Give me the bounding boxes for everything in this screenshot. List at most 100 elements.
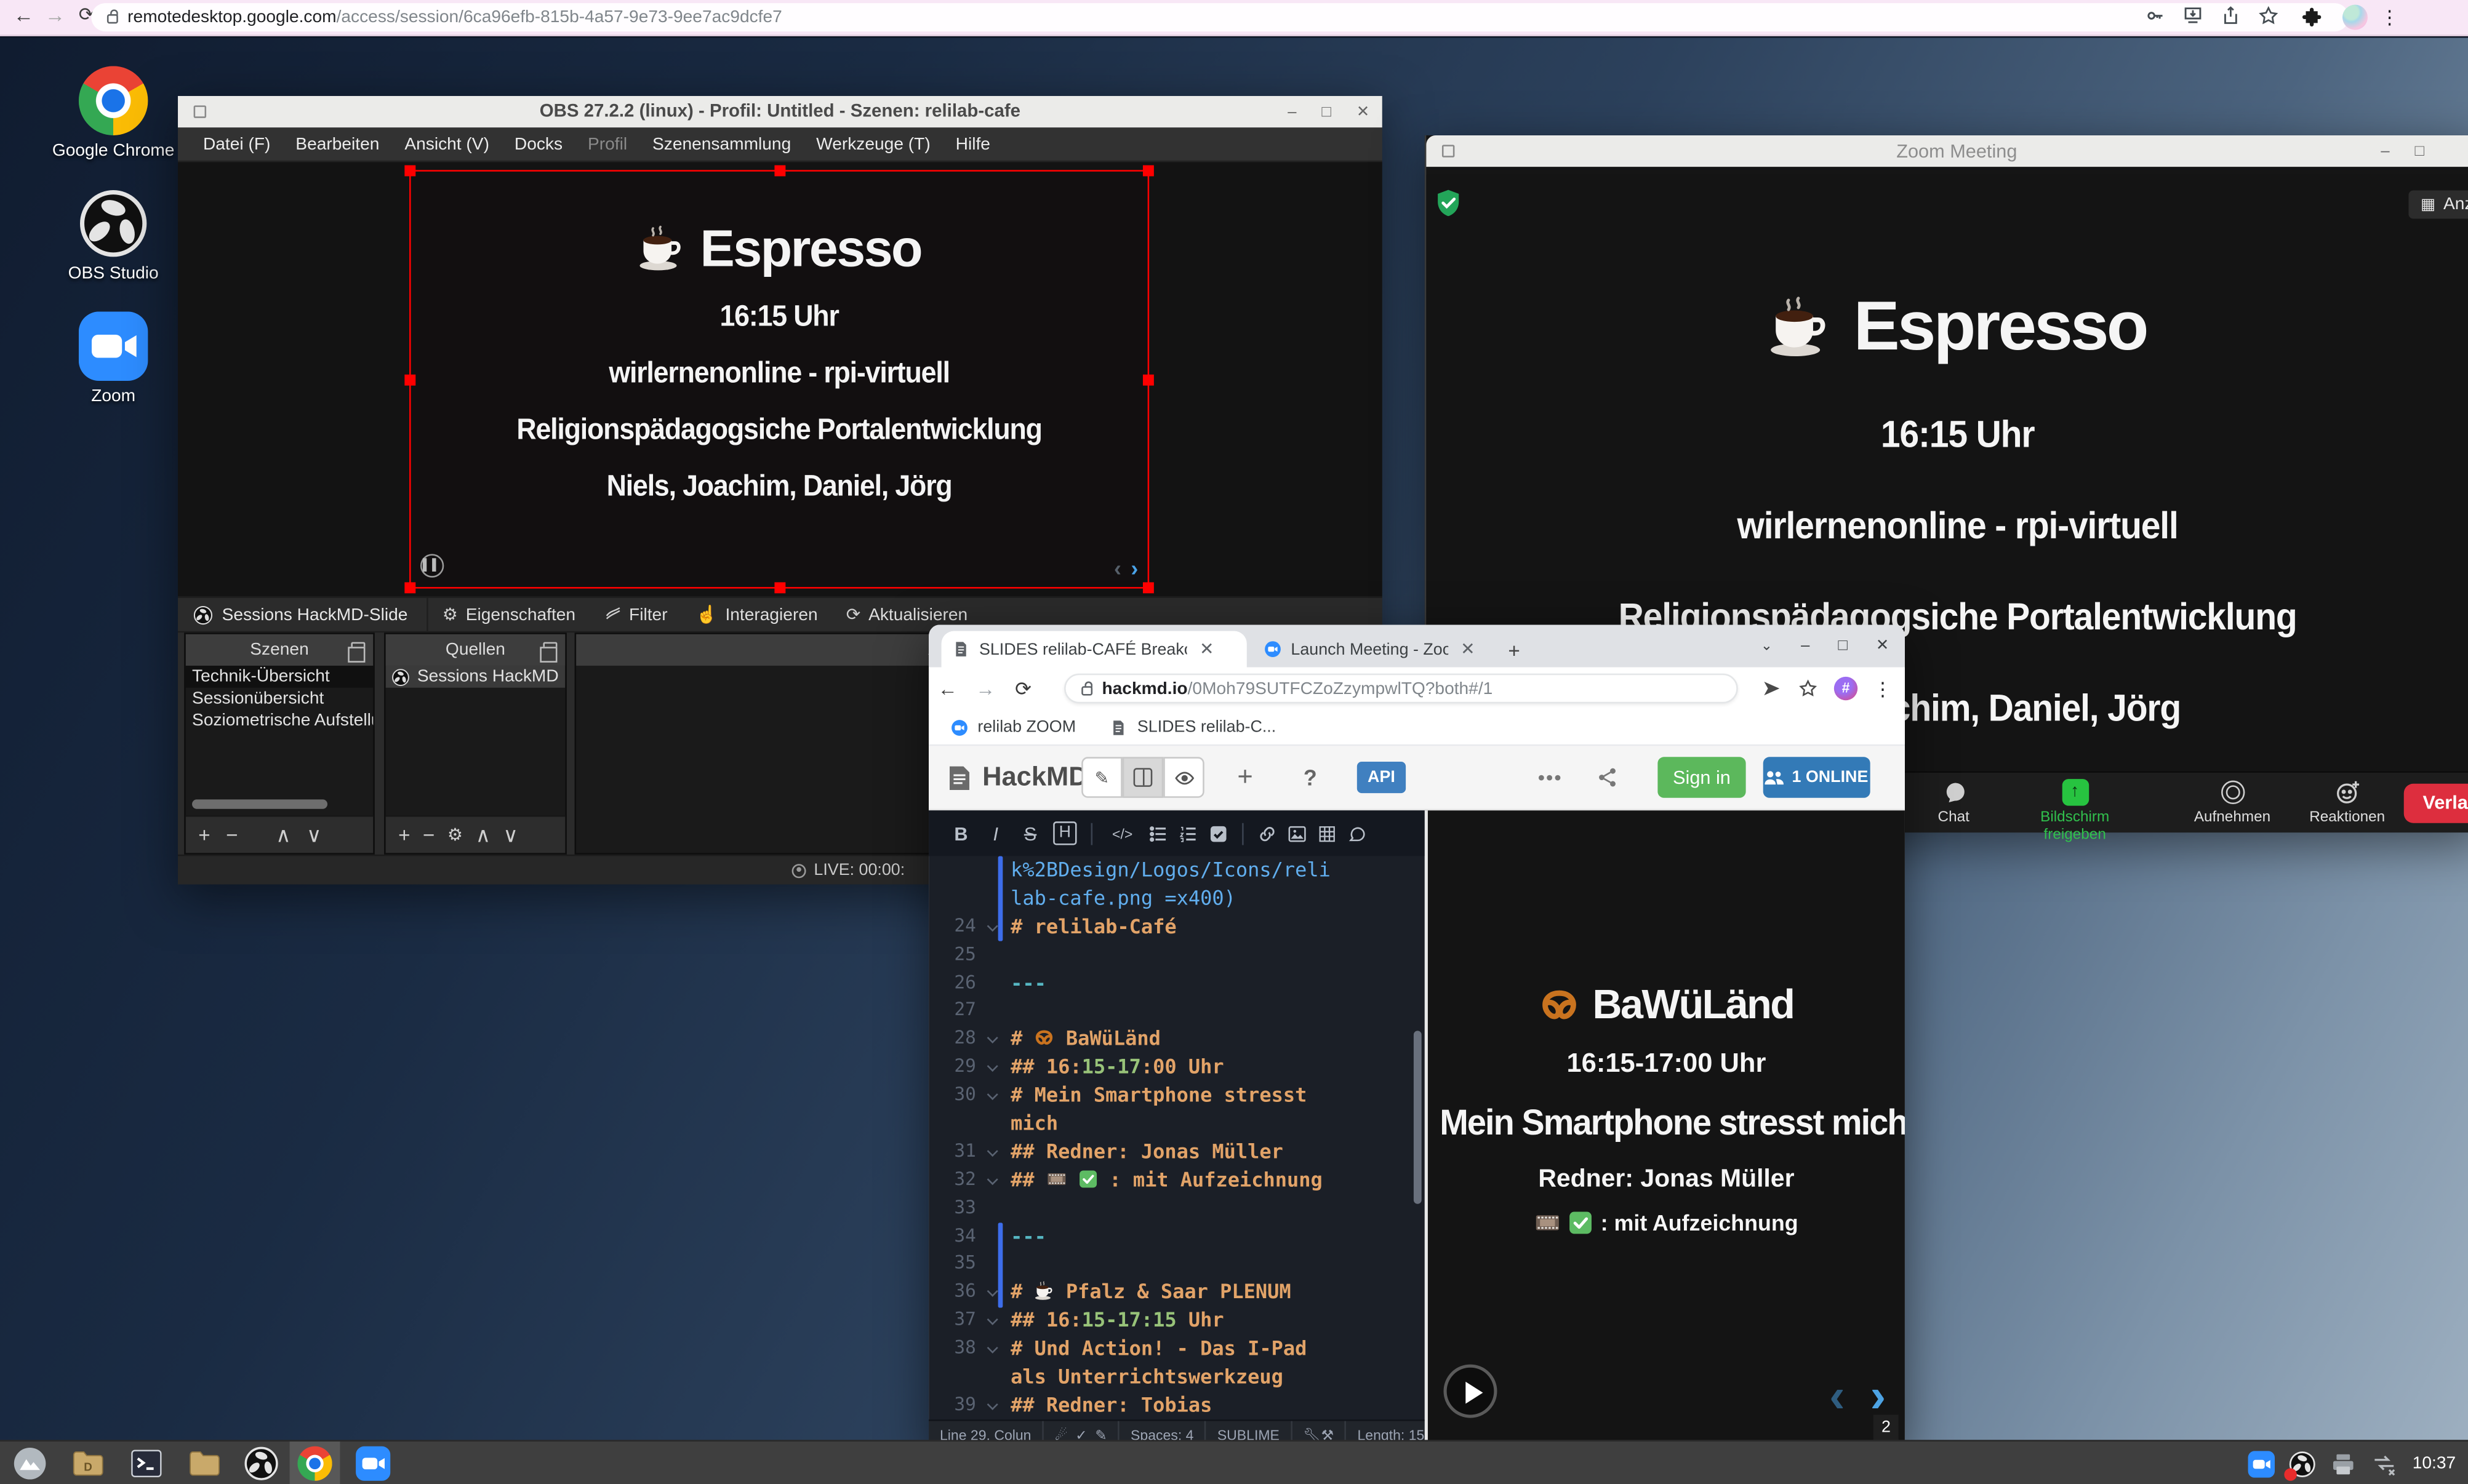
editor-line[interactable]: 27 [929, 997, 1425, 1025]
edit-mode-button[interactable]: ✎ [1081, 757, 1123, 798]
editor-line[interactable]: 33 [929, 1194, 1425, 1223]
fold-chevron-icon[interactable] [987, 1089, 998, 1100]
share-nodes-icon[interactable] [1597, 767, 1619, 789]
obs-close-button[interactable]: ✕ [1356, 103, 1369, 121]
bookmark-star-icon[interactable] [1798, 678, 1818, 698]
browser-profile-avatar[interactable] [2342, 5, 2368, 30]
key-icon[interactable] [2144, 5, 2166, 27]
editor-line[interactable]: 26--- [929, 968, 1425, 997]
zoom-toolbar-record[interactable]: Aufnehmen [2170, 778, 2296, 826]
fold-chevron-icon[interactable] [987, 1287, 998, 1298]
editor-line[interactable]: k%2BDesign/Logos/Icons/reli [929, 856, 1425, 884]
transform-handle[interactable] [404, 582, 415, 593]
editor-line[interactable]: als Unterrichtswerkzeug [929, 1363, 1425, 1391]
obs-menu-item[interactable]: Bearbeiten [283, 135, 392, 154]
zoom-toolbar-reactions[interactable]: Reaktionen [2284, 778, 2410, 826]
numbered-list-icon[interactable] [1179, 824, 1198, 843]
tab-close-icon[interactable]: ✕ [1200, 639, 1214, 659]
tray-obs-icon[interactable] [2290, 1450, 2316, 1477]
forward-icon[interactable]: → [966, 677, 1004, 700]
strikethrough-button[interactable]: S [1019, 822, 1042, 844]
scene-up-button[interactable]: ∧ [276, 822, 290, 847]
scene-down-button[interactable]: ∨ [306, 822, 321, 847]
scene-item[interactable]: Technik-Übersicht [186, 666, 373, 688]
desktop-icon-chrome[interactable]: Google Chrome [41, 66, 186, 160]
obs-minimize-button[interactable]: – [1288, 103, 1296, 121]
send-icon[interactable] [1761, 678, 1782, 698]
source-down-button[interactable]: ∨ [503, 822, 518, 847]
obs-toolbar-eigenschaften[interactable]: ⚙Eigenschaften [428, 598, 590, 631]
new-tab-button[interactable]: + [1508, 639, 1520, 662]
preview-mode-button[interactable] [1163, 757, 1204, 798]
install-icon[interactable] [2182, 5, 2204, 27]
new-note-button[interactable]: + [1237, 762, 1252, 793]
address-bar[interactable]: remotedesktop.google.com/access/session/… [91, 3, 2349, 31]
browser-menu-icon[interactable]: ⋮ [1873, 677, 1893, 700]
editor-scrollbar[interactable] [1414, 1031, 1422, 1203]
source-properties-gear-icon[interactable]: ⚙ [447, 824, 463, 845]
editor-line[interactable]: 32## : mit Aufzeichnung [929, 1166, 1425, 1194]
share-icon[interactable] [2219, 5, 2242, 27]
zoom-titlebar[interactable]: Zoom Meeting –□ [1426, 135, 2468, 167]
obs-dock-tab-sessions[interactable]: Sessions HackMD-Slide [178, 598, 428, 631]
hackmd-brand[interactable]: HackMD [948, 762, 1088, 793]
editor-line[interactable]: 30# Mein Smartphone stresst [929, 1082, 1425, 1110]
fold-chevron-icon[interactable] [987, 1174, 998, 1185]
transform-handle[interactable] [1143, 375, 1154, 386]
desktop-icon-obs[interactable]: OBS Studio [41, 189, 186, 283]
editor-line[interactable]: 25 [929, 941, 1425, 969]
image-icon[interactable] [1288, 824, 1307, 843]
prev-slide-icon[interactable]: ‹ [1114, 556, 1121, 581]
bullet-list-icon[interactable] [1149, 824, 1168, 843]
online-users-button[interactable]: 1 ONLINE [1763, 757, 1870, 798]
obs-menu-item[interactable]: Datei (F) [190, 135, 282, 154]
obs-titlebar[interactable]: OBS 27.2.2 (linux) - Profil: Untitled - … [178, 96, 1382, 127]
desktop-icon-zoom[interactable]: Zoom [41, 311, 186, 405]
obs-toolbar-interagieren[interactable]: ☝Interagieren [682, 598, 832, 631]
obs-scene-preview[interactable]: Espresso 16:15 Uhrwirlernenonline - rpi-… [409, 170, 1149, 588]
transform-handle[interactable] [774, 166, 785, 177]
editor-line[interactable]: 24# relilab-Café [929, 912, 1425, 941]
extensions-puzzle-icon[interactable] [2300, 6, 2323, 30]
editor-lines[interactable]: k%2BDesign/Logos/Icons/relilab-cafe.png … [929, 856, 1425, 1419]
editor-line[interactable]: 28# BaWüLänd [929, 1025, 1425, 1053]
forward-icon[interactable]: → [41, 3, 70, 26]
heading-button[interactable]: H [1053, 821, 1076, 845]
fold-chevron-icon[interactable] [987, 1399, 998, 1410]
taskbar-app-mountain[interactable] [12, 1446, 47, 1481]
zoom-maximize-button[interactable]: □ [2415, 142, 2424, 159]
fold-chevron-icon[interactable] [987, 1342, 998, 1354]
source-up-button[interactable]: ∧ [476, 822, 491, 847]
obs-menu-item[interactable]: Hilfe [943, 135, 1003, 154]
taskbar-obs[interactable] [244, 1446, 278, 1481]
back-icon[interactable]: ← [929, 677, 966, 700]
browser-menu-icon[interactable]: ⋮ [2380, 6, 2399, 28]
transform-handle[interactable] [774, 582, 785, 593]
tray-network-icon[interactable] [2371, 1450, 2398, 1477]
scene-item[interactable]: Soziometrische Aufstellun [186, 710, 373, 732]
help-button[interactable]: ? [1304, 765, 1317, 790]
source-item[interactable]: Sessions HackMD-Slid [386, 666, 566, 688]
obs-menu-item[interactable]: Ansicht (V) [392, 135, 502, 154]
bold-button[interactable]: B [949, 822, 972, 844]
window-close-button[interactable]: ✕ [1876, 637, 1889, 655]
editor-line[interactable]: 35 [929, 1250, 1425, 1279]
link-icon[interactable] [1258, 824, 1277, 843]
bookmark-star-icon[interactable] [2258, 5, 2280, 27]
zoom-toolbar-chat[interactable]: Chat [1891, 778, 2017, 826]
obs-maximize-button[interactable]: □ [1321, 103, 1331, 121]
play-button[interactable] [1444, 1365, 1497, 1418]
tab-slides-hackmd[interactable]: SLIDES relilab-CAFÉ Breakou ✕ [942, 631, 1247, 668]
profile-avatar[interactable]: # [1834, 677, 1857, 700]
editor-line[interactable]: 31## Redner: Jonas Müller [929, 1138, 1425, 1166]
transform-handle[interactable] [404, 375, 415, 386]
api-button[interactable]: API [1357, 762, 1406, 793]
fold-chevron-icon[interactable] [987, 1061, 998, 1072]
editor-line[interactable]: mich [929, 1109, 1425, 1138]
italic-button[interactable]: I [984, 822, 1008, 844]
transform-handle[interactable] [1143, 582, 1154, 593]
transform-handle[interactable] [404, 166, 415, 177]
address-bar[interactable]: hackmd.io/0Moh79SUTFCZoZzympwlTQ?both#/1 [1064, 674, 1738, 704]
fold-chevron-icon[interactable] [987, 920, 998, 931]
bookmark-slides-relilab[interactable]: SLIDES relilab-C... [1110, 717, 1276, 736]
